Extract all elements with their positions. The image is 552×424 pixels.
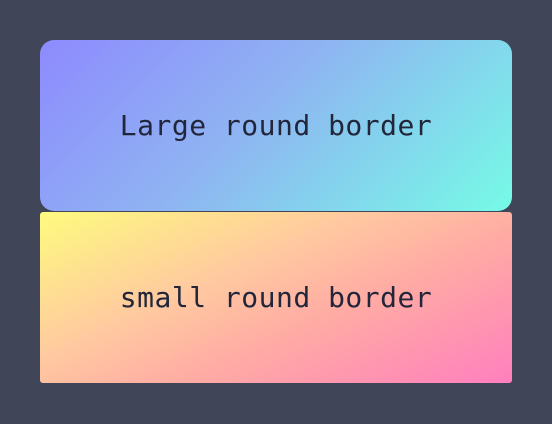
large-round-border-box: Large round border xyxy=(40,40,512,211)
large-round-border-label: Large round border xyxy=(119,109,433,142)
small-round-border-box: small round border xyxy=(40,212,512,383)
small-round-border-label: small round border xyxy=(119,281,433,314)
